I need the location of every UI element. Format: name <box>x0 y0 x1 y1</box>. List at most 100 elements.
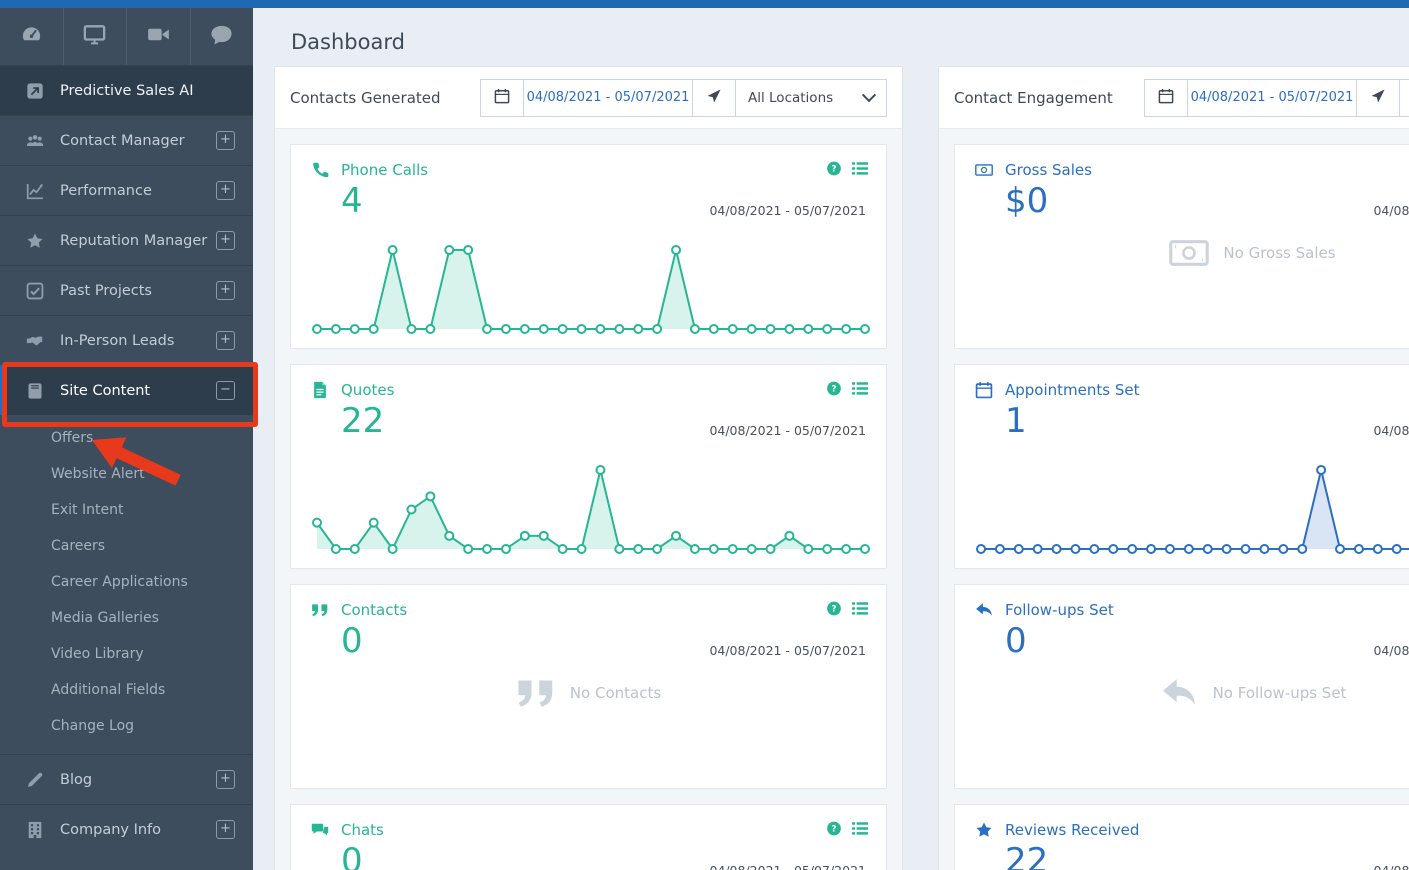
sidebar-subitem-website-alert[interactable]: Website Alert <box>0 456 253 492</box>
sidebar-menu: Predictive Sales AIContact Manager+Perfo… <box>0 65 253 854</box>
sparkline-chart <box>975 458 1409 558</box>
sidebar-subitem-change-log[interactable]: Change Log <box>0 708 253 744</box>
expander-plus-icon[interactable]: + <box>216 231 235 250</box>
sidebar-subitem-exit-intent[interactable]: Exit Intent <box>0 492 253 528</box>
card-quotes: Quotes?2204/08/2021 - 05/07/2021 <box>290 364 887 569</box>
sidebar-tab-monitor[interactable] <box>64 8 128 65</box>
nav-icon <box>1370 88 1386 108</box>
sidebar-item-predictive-sales-ai[interactable]: Predictive Sales AI <box>0 65 253 115</box>
list-icon[interactable] <box>852 161 868 176</box>
card-title: Chats <box>341 821 384 839</box>
bubble-icon <box>210 23 233 50</box>
panel-title: Contact Engagement <box>954 89 1113 107</box>
card-appointments-set: Appointments Set?104/08/2021 - 05/07/202… <box>954 364 1409 569</box>
sidebar-subitem-career-applications[interactable]: Career Applications <box>0 564 253 600</box>
sidebar-subitem-media-galleries[interactable]: Media Galleries <box>0 600 253 636</box>
help-icon[interactable]: ? <box>826 161 842 176</box>
date-range-input[interactable]: 04/08/2021 - 05/07/2021 <box>523 79 693 117</box>
panel-header: Contacts Generated 04/08/2021 - 05/07/202… <box>275 67 902 129</box>
card-value: 0 <box>1005 621 1409 661</box>
expander-plus-icon[interactable]: + <box>216 820 235 839</box>
panel-controls: 04/08/2021 - 05/07/2021 All Locations <box>1144 79 1409 117</box>
card-reviews-received: Reviews Received?2204/08/2021 - 05/07/20… <box>954 804 1409 870</box>
phone-icon <box>311 161 329 179</box>
expander-plus-icon[interactable]: + <box>216 770 235 789</box>
sidebar-tab-bubble[interactable] <box>191 8 254 65</box>
location-button[interactable] <box>692 79 736 117</box>
card-title: Follow-ups Set <box>1005 601 1114 619</box>
sidebar-item-performance[interactable]: Performance+ <box>0 165 253 215</box>
help-icon[interactable]: ? <box>826 821 842 836</box>
expander-plus-icon[interactable]: + <box>216 281 235 300</box>
money-icon <box>1169 237 1209 269</box>
list-icon[interactable] <box>852 821 868 836</box>
empty-state-text: No Follow-ups Set <box>1213 684 1347 702</box>
sidebar-item-site-content[interactable]: Site Content− <box>0 365 253 415</box>
sidebar-item-reputation-manager[interactable]: Reputation Manager + <box>0 215 253 265</box>
chevron-down-icon <box>862 88 876 102</box>
sidebar-item-company-info[interactable]: Company Info+ <box>0 804 253 854</box>
top-accent-bar <box>0 0 1409 8</box>
monitor-icon <box>83 23 106 50</box>
svg-text:?: ? <box>831 385 836 395</box>
sidebar-tab-camera[interactable] <box>127 8 191 65</box>
date-range-calendar-button[interactable] <box>480 79 524 117</box>
panel-title: Contacts Generated <box>290 89 441 107</box>
chart-icon <box>26 182 46 200</box>
card-gross-sales: Gross Sales?$004/08/2021 - 05/07/2021No … <box>954 144 1409 349</box>
nav-icon <box>706 88 722 108</box>
card-header: Gross Sales <box>975 161 1409 179</box>
panel-controls: 04/08/2021 - 05/07/2021 All Locations <box>480 79 887 117</box>
location-select[interactable]: All Locations <box>1399 79 1409 117</box>
location-select[interactable]: All Locations <box>735 79 887 117</box>
building-icon <box>26 821 46 839</box>
card-value: $0 <box>1005 181 1409 221</box>
expander-minus-icon[interactable]: − <box>216 381 235 400</box>
pencil-icon <box>26 771 46 789</box>
check-square-icon <box>26 282 46 300</box>
card-header: Phone Calls <box>311 161 866 179</box>
book-icon <box>26 382 46 400</box>
star-icon <box>26 232 46 250</box>
card-follow-ups-set: Follow-ups Set?004/08/2021 - 05/07/2021N… <box>954 584 1409 789</box>
card-chats: Chats?004/08/2021 - 05/07/2021 <box>290 804 887 870</box>
empty-state-text: No Contacts <box>570 684 661 702</box>
sidebar-item-blog[interactable]: Blog + <box>0 754 253 804</box>
help-icon[interactable]: ? <box>826 381 842 396</box>
sidebar-subitem-offers[interactable]: Offers <box>0 420 253 456</box>
sidebar-item-past-projects[interactable]: Past Projects + <box>0 265 253 315</box>
date-range-input[interactable]: 04/08/2021 - 05/07/2021 <box>1187 79 1357 117</box>
location-button[interactable] <box>1356 79 1400 117</box>
panel-contacts-generated: Contacts Generated 04/08/2021 - 05/07/202… <box>274 66 903 870</box>
date-range-calendar-button[interactable] <box>1144 79 1188 117</box>
empty-state: No Gross Sales <box>955 237 1409 269</box>
card-date-range: 04/08/2021 - 05/07/2021 <box>709 863 866 870</box>
panel-body: Gross Sales?$004/08/2021 - 05/07/2021No … <box>939 129 1409 870</box>
card-header: Quotes <box>311 381 866 399</box>
list-icon[interactable] <box>852 601 868 616</box>
quote-icon <box>516 677 556 709</box>
card-header: Appointments Set <box>975 381 1409 399</box>
app-viewport: Predictive Sales AIContact Manager+Perfo… <box>0 0 1409 870</box>
reply-icon <box>975 601 993 619</box>
card-date-range: 04/08/2021 - 05/07/2021 <box>1373 643 1409 658</box>
sidebar-item-label: Past Projects <box>60 283 152 299</box>
sidebar-tab-gauge[interactable] <box>0 8 64 65</box>
card-value: 22 <box>1005 841 1409 870</box>
sidebar-item-contact-manager[interactable]: Contact Manager+ <box>0 115 253 165</box>
expander-plus-icon[interactable]: + <box>216 331 235 350</box>
sidebar-item-in-person-leads[interactable]: In-Person Leads+ <box>0 315 253 365</box>
card-title: Phone Calls <box>341 161 428 179</box>
card-date-range: 04/08/2021 - 05/07/2021 <box>1373 203 1409 218</box>
help-icon[interactable]: ? <box>826 601 842 616</box>
expander-plus-icon[interactable]: + <box>216 131 235 150</box>
sidebar-item-label: Blog <box>60 772 92 788</box>
handshake-icon <box>26 332 46 350</box>
sidebar-subitem-additional-fields[interactable]: Additional Fields <box>0 672 253 708</box>
expander-plus-icon[interactable]: + <box>216 181 235 200</box>
sidebar-subitem-video-library[interactable]: Video Library <box>0 636 253 672</box>
sidebar-item-label: Reputation Manager <box>60 233 207 249</box>
list-icon[interactable] <box>852 381 868 396</box>
quote-icon <box>311 601 329 619</box>
sidebar-subitem-careers[interactable]: Careers <box>0 528 253 564</box>
